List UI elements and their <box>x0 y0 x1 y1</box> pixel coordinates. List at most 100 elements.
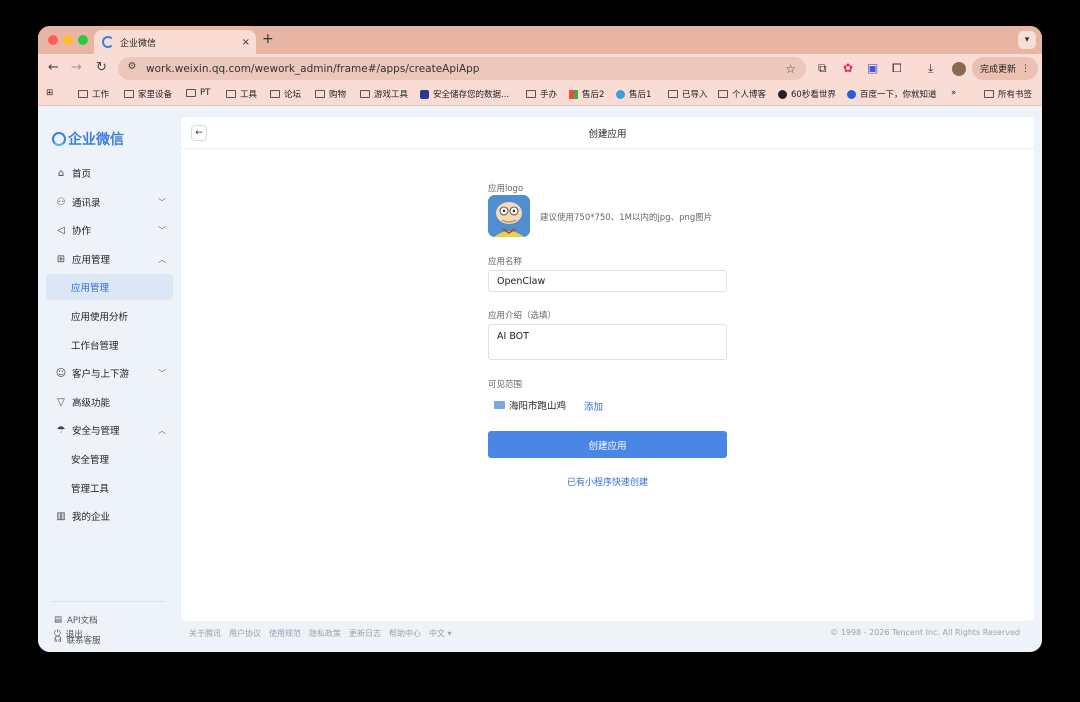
home-icon: ⌂ <box>57 167 65 179</box>
sidebar-item-label: 应用使用分析 <box>71 312 129 323</box>
bookmark-label: 论坛 <box>284 90 302 100</box>
bookmarks-overflow-button[interactable]: » <box>951 88 956 98</box>
logout-link[interactable]: ⏻ 退出 <box>54 628 83 640</box>
bookmark-link[interactable]: 百度一下，你就知道 <box>847 88 937 100</box>
extension-blue-icon[interactable]: ▣ <box>867 61 878 75</box>
bookmark-folder[interactable]: 个人博客 <box>718 88 766 100</box>
bookmark-folder[interactable]: 论坛 <box>270 88 301 100</box>
profile-avatar-icon[interactable] <box>952 62 966 76</box>
extension-icon[interactable]: ✿ <box>843 61 853 75</box>
sidebar-item-label: 管理工具 <box>71 484 110 495</box>
sidebar-subitem-app-usage[interactable]: 应用使用分析 <box>46 303 173 329</box>
sidebar-item-label: 应用管理 <box>71 283 110 294</box>
apps-grid-icon[interactable]: ⊞ <box>46 88 53 98</box>
bookmark-star-icon[interactable]: ☆ <box>785 62 796 76</box>
sidebar-subitem-app-management[interactable]: 应用管理 <box>46 274 173 300</box>
back-button[interactable]: ← <box>191 125 207 141</box>
extensions-puzzle-icon[interactable]: ⧠ <box>892 61 902 76</box>
logo-text: 企业微信 <box>68 132 124 148</box>
sidebar-subitem-workbench[interactable]: 工作台管理 <box>46 332 173 358</box>
app-logo-upload[interactable] <box>488 195 530 237</box>
api-docs-link[interactable]: ▤ API文档 <box>54 614 97 626</box>
close-window-button[interactable] <box>48 35 58 45</box>
app-name-label: 应用名称 <box>488 257 523 267</box>
minimize-window-button[interactable] <box>63 35 73 45</box>
sidebar-item-collab[interactable]: ◁ 协作 ﹀ <box>46 217 173 243</box>
copyright: © 1998 - 2026 Tencent Inc. All Rights Re… <box>830 628 1020 637</box>
footer-link-privacy[interactable]: 隐私政策 <box>309 628 341 639</box>
wecom-favicon-icon <box>102 36 114 48</box>
more-menu-icon[interactable]: ⋮ <box>1021 64 1030 74</box>
address-bar[interactable]: ⚙ work.weixin.qq.com/wework_admin/frame#… <box>118 57 806 80</box>
sidebar-item-my-company[interactable]: ▥ 我的企业 <box>46 503 173 529</box>
org-icon: ⚇ <box>56 196 66 208</box>
sidebar-item-label: 我的企业 <box>72 512 111 523</box>
footer-link-rules[interactable]: 使用规范 <box>269 628 301 639</box>
footer-link-changelog[interactable]: 更新日志 <box>349 628 381 639</box>
back-icon[interactable]: ← <box>48 60 59 76</box>
sidebar-item-label: 安全与管理 <box>72 426 120 437</box>
logo-hint: 建议使用750*750、1M以内的jpg、png图片 <box>540 213 713 223</box>
sidebar-item-contacts[interactable]: ⚇ 通讯录 ﹀ <box>46 189 173 215</box>
sidebar-item-advanced[interactable]: ▽ 高级功能 <box>46 389 173 415</box>
footer-link-help[interactable]: 帮助中心 <box>389 628 421 639</box>
umbrella-icon: ☂ <box>56 424 66 436</box>
power-icon: ⏻ <box>54 629 61 639</box>
maximize-window-button[interactable] <box>78 35 88 45</box>
footer-link-agreement[interactable]: 用户协议 <box>229 628 261 639</box>
bookmark-folder[interactable]: 工作 <box>78 88 109 100</box>
bookmark-folder[interactable]: PT <box>186 88 210 98</box>
secure-storage-icon <box>420 89 429 99</box>
add-scope-link[interactable]: 添加 <box>584 399 603 413</box>
sidebar-item-customers[interactable]: ☺ 客户与上下游 ﹀ <box>46 360 173 386</box>
tab-bar: 企业微信 × + ▾ <box>38 26 1042 54</box>
bookmark-folder[interactable]: 购物 <box>315 88 346 100</box>
folder-icon <box>526 90 536 98</box>
sidebar-subitem-admin-tools[interactable]: 管理工具 <box>46 475 173 501</box>
wecom-logo[interactable]: 企业微信 <box>52 129 124 149</box>
bookmark-link[interactable]: 60秒看世界 <box>778 88 836 100</box>
bookmark-label: 售后1 <box>629 90 652 100</box>
folder-icon <box>315 90 325 98</box>
sidebar-subitem-security-management[interactable]: 安全管理 <box>46 446 173 472</box>
update-label: 完成更新 <box>979 65 1016 75</box>
sidebar-item-app-management[interactable]: ⊞ 应用管理 ︿ <box>46 246 173 272</box>
browser-toolbar: ← → ↻ ⚙ work.weixin.qq.com/wework_admin/… <box>38 54 1042 84</box>
tab-close-icon[interactable]: × <box>242 37 250 48</box>
new-tab-button[interactable]: + <box>262 31 274 47</box>
tab-search-button[interactable]: ▾ <box>1018 31 1036 49</box>
arrow-left-icon: ← <box>195 128 203 138</box>
document-icon: ▤ <box>54 615 63 625</box>
bookmark-link[interactable]: 售后2 <box>569 88 604 100</box>
bookmark-folder[interactable]: 游戏工具 <box>360 88 408 100</box>
chat-icon: ☺ <box>55 367 67 379</box>
sidebar-item-label: 首页 <box>72 169 92 180</box>
folder-icon <box>186 89 196 97</box>
page-footer: 关于腾讯 用户协议 使用规范 隐私政策 更新日志 帮助中心 中文 ▾ <box>189 628 452 639</box>
footer-link-about[interactable]: 关于腾讯 <box>189 628 221 639</box>
sidebar-item-home[interactable]: ⌂ 首页 <box>46 160 173 186</box>
screenshot-extension-icon[interactable]: ⧉ <box>818 61 827 76</box>
sidebar-item-security[interactable]: ☂ 安全与管理 ︿ <box>46 417 173 443</box>
site-settings-icon[interactable]: ⚙ <box>124 61 140 77</box>
download-icon[interactable]: ⤓ <box>928 61 933 76</box>
browser-tab[interactable]: 企业微信 × <box>94 30 256 54</box>
reload-icon[interactable]: ↻ <box>96 60 107 76</box>
sidebar-item-label: 通讯录 <box>72 198 101 209</box>
bookmark-folder[interactable]: 家里设备 <box>124 88 172 100</box>
bookmark-folder[interactable]: 手办 <box>526 88 557 100</box>
app-intro-label: 应用介绍（选填） <box>488 311 557 321</box>
language-select[interactable]: 中文 ▾ <box>429 628 452 639</box>
bookmark-link[interactable]: 安全储存您的数据... <box>420 88 509 100</box>
mini-program-create-link[interactable]: 已有小程序快速创建 <box>488 475 727 488</box>
all-bookmarks-folder[interactable]: 所有书签 <box>984 88 1032 100</box>
bookmark-folder[interactable]: 工具 <box>226 88 257 100</box>
folder-icon <box>984 90 994 98</box>
update-button[interactable]: 完成更新 ⋮ <box>971 57 1038 80</box>
bookmark-link[interactable]: 售后1 <box>616 88 651 100</box>
app-name-input[interactable]: OpenClaw <box>488 270 727 292</box>
forward-icon[interactable]: → <box>71 60 82 76</box>
create-app-button[interactable]: 创建应用 <box>488 431 727 458</box>
bookmark-folder[interactable]: 已导入 <box>668 88 708 100</box>
app-intro-textarea[interactable]: AI BOT <box>488 324 727 360</box>
